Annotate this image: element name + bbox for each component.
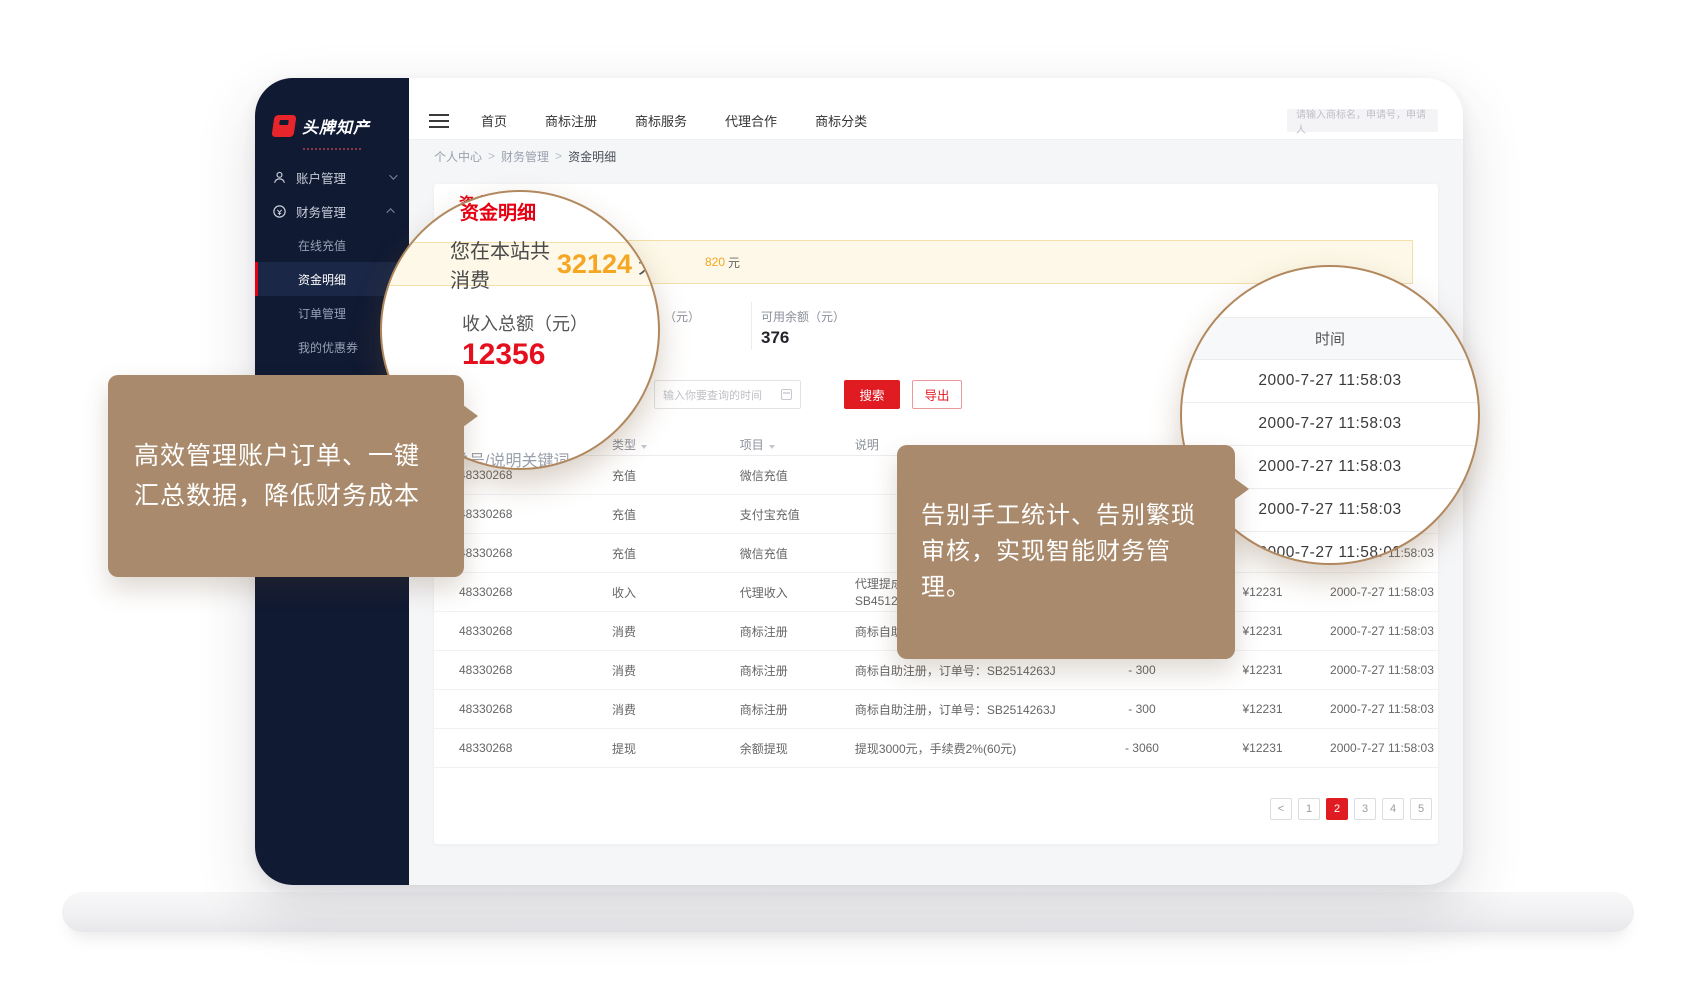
stat-mid-label: （元） xyxy=(664,308,700,325)
col-type[interactable]: 类型 xyxy=(612,436,740,453)
sidebar-item-account[interactable]: 账户管理 xyxy=(255,160,409,194)
magnified-banner-amount: 32124 xyxy=(557,249,632,280)
pagination-page[interactable]: 5 xyxy=(1410,798,1432,820)
logo-subtext-dots xyxy=(303,148,361,150)
callout-arrow-right-icon xyxy=(463,405,478,427)
magnified-banner: 您在本站共消费 32124 大 xyxy=(382,242,658,286)
top-nav-item[interactable]: 商标分类 xyxy=(815,111,867,130)
chevron-down-icon xyxy=(389,171,397,179)
logo[interactable]: 头牌知产 xyxy=(255,78,409,146)
wallet-icon xyxy=(272,204,287,219)
top-navbar: 首页 商标注册 商标服务 代理合作 商标分类 请输入商标名，申请号，申请人 xyxy=(409,78,1463,140)
top-nav-item[interactable]: 商标注册 xyxy=(545,111,597,130)
stat-divider xyxy=(751,302,752,350)
magnified-time-cell: 2000-7-27 11:58:03 xyxy=(1182,360,1478,403)
pagination: <12345> xyxy=(434,798,1438,820)
magnified-banner-prefix: 您在本站共消费 xyxy=(450,235,551,293)
pagination-page[interactable]: 2 xyxy=(1326,798,1348,820)
hamburger-icon[interactable] xyxy=(429,114,449,128)
marketing-stage: 头牌知产 账户管理 财务管理 在线充值资金明细订单管理我的优惠券我的发票 xyxy=(0,0,1696,1002)
pagination-page[interactable]: 4 xyxy=(1382,798,1404,820)
breadcrumb-item[interactable]: 资金明细 xyxy=(568,148,616,165)
logo-icon xyxy=(271,115,296,137)
callout-right: 告别手工统计、告别繁琐 审核，实现智能财务管 理。 xyxy=(897,445,1235,659)
table-row[interactable]: 48330268 提现 余额提现 提现3000元，手续费2%(60元) - 30… xyxy=(434,729,1438,768)
breadcrumb: 个人中心 > 财务管理 > 资金明细 xyxy=(409,140,1463,172)
laptop-base xyxy=(62,892,1634,932)
top-nav-items: 首页 商标注册 商标服务 代理合作 商标分类 xyxy=(481,111,867,130)
top-nav-item[interactable]: 首页 xyxy=(481,111,507,130)
callout-arrow-right-icon xyxy=(1234,478,1249,500)
col-project[interactable]: 项目 xyxy=(740,436,855,453)
stat-balance-label: 可用余额（元） xyxy=(761,308,845,325)
pagination-page[interactable]: 3 xyxy=(1354,798,1376,820)
callout-left-text: 高效管理账户订单、一键 汇总数据，降低财务成本 xyxy=(134,442,420,511)
magnified-banner-mid: 大 xyxy=(638,250,658,279)
magnified-income-value: 12356 xyxy=(462,338,545,372)
pagination-page[interactable]: 1 xyxy=(1298,798,1320,820)
callout-right-text: 告别手工统计、告别繁琐 审核，实现智能财务管 理。 xyxy=(921,502,1196,601)
calendar-icon xyxy=(781,389,792,400)
magnified-income-label: 收入总额（元） xyxy=(462,310,588,336)
breadcrumb-separator: > xyxy=(488,149,495,163)
top-nav-item[interactable]: 代理合作 xyxy=(725,111,777,130)
user-icon xyxy=(272,170,287,185)
chevron-up-icon xyxy=(386,208,394,216)
sort-caret-icon xyxy=(641,445,647,449)
search-button[interactable]: 搜索 xyxy=(844,380,900,409)
date-placeholder: 输入你要查询的时间 xyxy=(663,387,762,403)
magnified-time-header: 时间 xyxy=(1182,317,1478,360)
search-input[interactable]: 请输入商标名，申请号，申请人 xyxy=(1287,109,1438,132)
stat-balance-value: 376 xyxy=(761,328,789,348)
export-button[interactable]: 导出 xyxy=(912,380,962,409)
top-nav-item[interactable]: 商标服务 xyxy=(635,111,687,130)
sidebar-item-finance[interactable]: 财务管理 xyxy=(255,194,409,228)
callout-left: 高效管理账户订单、一键 汇总数据，降低财务成本 xyxy=(108,375,464,577)
breadcrumb-separator: > xyxy=(555,149,562,163)
magnified-tab-label: 资金明细 xyxy=(460,198,536,225)
date-range-input[interactable]: 输入你要查询的时间 xyxy=(654,380,801,409)
table-row[interactable]: 48330268 消费 商标注册 商标自助注册，订单号：SB2514263J -… xyxy=(434,690,1438,729)
banner-unit: 元 xyxy=(728,254,740,271)
banner-amount-fragment: 820 xyxy=(705,255,725,269)
breadcrumb-item[interactable]: 个人中心 xyxy=(434,148,482,165)
sort-caret-icon xyxy=(769,445,775,449)
sidebar-item-label: 账户管理 xyxy=(296,168,346,187)
breadcrumb-item[interactable]: 财务管理 xyxy=(501,148,549,165)
logo-text: 头牌知产 xyxy=(302,114,370,138)
pagination-prev[interactable]: < xyxy=(1270,798,1292,820)
sidebar-item-label: 财务管理 xyxy=(296,202,346,221)
magnified-time-cell: 2000-7-27 11:58:03 xyxy=(1182,403,1478,446)
